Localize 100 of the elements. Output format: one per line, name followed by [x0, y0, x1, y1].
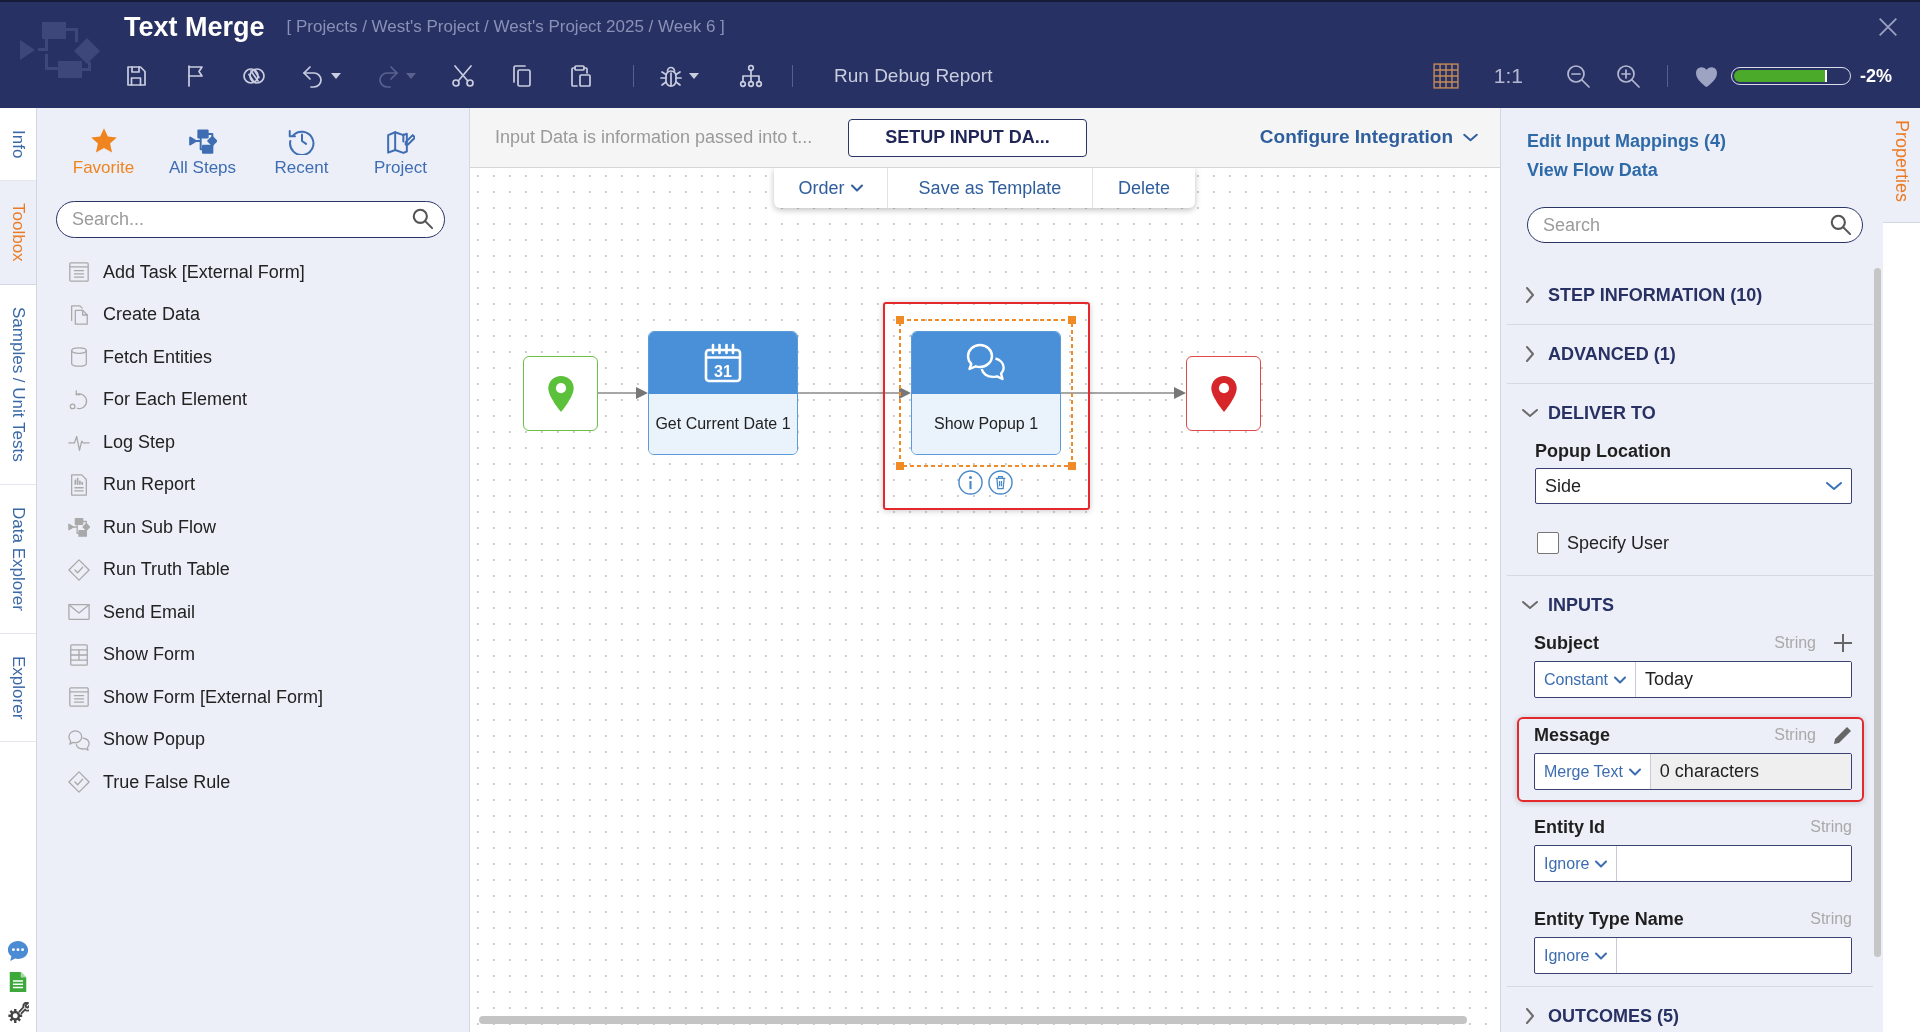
toolbox-item[interactable]: Log Step [37, 421, 469, 464]
field-label: Message [1534, 724, 1611, 746]
toolbox-item[interactable]: Send Email [37, 591, 469, 634]
section-header[interactable]: INPUTS [1522, 594, 1614, 616]
run-debug-report-button[interactable]: Run Debug Report [834, 61, 993, 91]
trash-icon[interactable] [988, 470, 1013, 495]
paste-icon [569, 64, 593, 88]
category-tab[interactable]: Recent [252, 127, 351, 178]
node-label: Show Popup 1 [933, 414, 1039, 434]
toolbox-item[interactable]: Show Form [External Form] [37, 676, 469, 719]
field-label: Entity Type Name [1534, 908, 1684, 930]
chevron-right-icon [1525, 346, 1535, 362]
flow-icon [68, 516, 90, 539]
toolbox-item[interactable]: Fetch Entities [37, 336, 469, 379]
toolbox-item[interactable]: Show Form [37, 633, 469, 676]
toolbar-button[interactable]: Delete [1092, 168, 1195, 208]
field-label: Popup Location [1535, 440, 1672, 462]
settings-icon[interactable] [7, 1002, 29, 1024]
section-header[interactable]: ADVANCED (1) [1522, 343, 1676, 365]
caret-icon [689, 73, 699, 79]
chevron-right-icon [1525, 1008, 1535, 1024]
chat-icon[interactable] [7, 940, 29, 962]
toolbar-button[interactable]: Save as Template [887, 168, 1092, 208]
toolbox-item[interactable]: Show Popup [37, 718, 469, 761]
star-icon [89, 127, 118, 155]
panel-link[interactable]: Edit Input Mappings (4) [1527, 127, 1726, 156]
vertical-scrollbar[interactable] [1874, 268, 1881, 957]
type-label: String [1810, 909, 1852, 929]
end-node[interactable] [1186, 356, 1261, 431]
info-icon[interactable] [958, 470, 983, 495]
report-icon [68, 473, 90, 496]
connector-arrow [598, 386, 648, 400]
chevron-down-icon [1826, 481, 1842, 491]
toolbar-button[interactable] [659, 64, 699, 88]
toolbar-button[interactable] [739, 64, 763, 88]
section-header[interactable]: STEP INFORMATION (10) [1522, 284, 1763, 306]
value-field[interactable]: 0 characters [1650, 754, 1851, 789]
toolbar-button[interactable] [569, 64, 593, 88]
toolbox-item[interactable]: Run Truth Table [37, 548, 469, 591]
zoom-in-button[interactable] [1616, 64, 1640, 88]
toolbox-item[interactable]: Create Data [37, 293, 469, 336]
grid-toggle-button[interactable] [1432, 63, 1459, 89]
window-title: Text Merge [124, 11, 265, 44]
setup-input-button[interactable]: SETUP INPUT DA... [848, 118, 1087, 157]
chevron-down-icon [1595, 951, 1608, 960]
field-label: Subject [1534, 632, 1599, 654]
chevron-down-icon [850, 184, 863, 192]
checkbox-label[interactable]: Specify User [1567, 532, 1670, 554]
toolbar-button[interactable] [301, 64, 341, 88]
panel-link[interactable]: View Flow Data [1527, 156, 1658, 185]
undo-icon [301, 64, 325, 88]
category-tab[interactable]: All Steps [153, 127, 252, 178]
chevron-right-icon [1525, 287, 1535, 303]
checkbox[interactable] [1537, 532, 1559, 554]
toolbox-item[interactable]: Add Task [External Form] [37, 251, 469, 294]
actual-size-button[interactable]: 1:1 [1493, 60, 1523, 92]
dropdown-button[interactable]: Order [774, 168, 887, 208]
clock-icon [287, 127, 316, 155]
search-field[interactable]: Search [1527, 207, 1863, 243]
step-node[interactable]: 31 Get Current Date 1 [648, 331, 798, 455]
pin-icon [547, 375, 574, 412]
caret-icon [406, 73, 416, 79]
section-header[interactable]: OUTCOMES (5) [1522, 1005, 1679, 1027]
toolbar-button[interactable] [124, 64, 148, 88]
cylinder-icon [68, 346, 90, 369]
toolbox-item[interactable]: Run Sub Flow [37, 506, 469, 549]
category-tab[interactable]: Project [351, 127, 450, 178]
redo-icon [376, 64, 400, 88]
step-node[interactable]: Show Popup 1 [911, 331, 1061, 455]
horizontal-scrollbar[interactable] [479, 1016, 1467, 1024]
zoom-in-icon [1616, 64, 1640, 88]
chevron-down-icon [1463, 133, 1478, 142]
mode-dropdown[interactable]: Merge Text [1535, 754, 1651, 789]
zoom-out-icon [1566, 64, 1590, 88]
form-icon [68, 643, 90, 666]
search-field[interactable]: Search... [56, 201, 445, 238]
document-icon[interactable] [7, 971, 29, 993]
health-reading: -2% [1860, 64, 1892, 88]
dropdown-field[interactable]: Side [1535, 468, 1852, 504]
zoom-out-button[interactable] [1566, 64, 1590, 88]
pencil-icon[interactable] [1834, 726, 1852, 744]
close-button[interactable] [1878, 17, 1898, 37]
chevron-down-icon [1522, 408, 1538, 418]
plus-icon[interactable] [1834, 634, 1852, 652]
section-header[interactable]: DELIVER TO [1522, 402, 1656, 424]
info-text: Input Data is information passed into t... [495, 126, 813, 149]
toolbar-button[interactable] [451, 64, 475, 88]
form-icon [68, 686, 90, 709]
toolbox-item[interactable]: For Each Element [37, 378, 469, 421]
chevron-down-icon [1595, 859, 1608, 868]
field-label: Entity Id [1534, 816, 1605, 838]
copy-icon [510, 64, 534, 88]
toolbar-button[interactable] [510, 64, 534, 88]
heart-icon [1695, 65, 1718, 87]
integration-dropdown[interactable]: Configure Integration [1259, 123, 1478, 152]
toolbox-item[interactable]: True False Rule [37, 761, 469, 804]
toolbox-item[interactable]: Run Report [37, 463, 469, 506]
search-icon [412, 208, 433, 229]
start-node[interactable] [523, 356, 598, 431]
documents-icon [68, 303, 90, 326]
